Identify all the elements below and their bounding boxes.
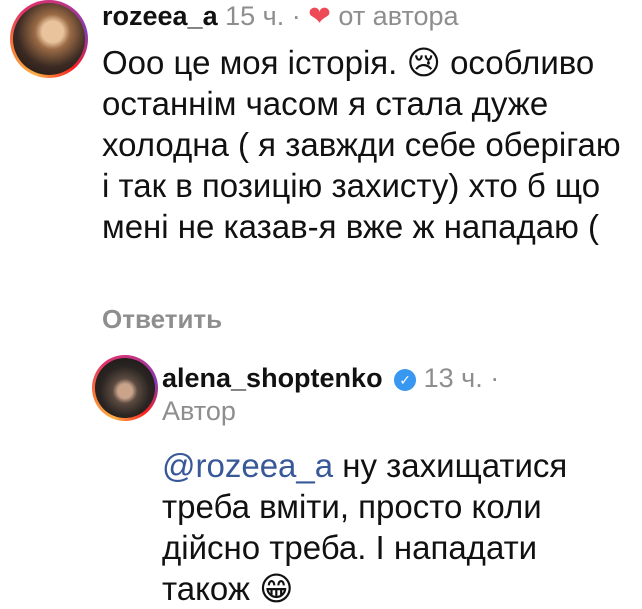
reply-button[interactable]: Ответить (102, 304, 222, 335)
reply-text: @rozeea_a ну захищатися треба вміти, про… (162, 445, 632, 609)
reply-username[interactable]: alena_shoptenko (162, 363, 383, 393)
avatar-image (95, 358, 155, 418)
avatar-image (13, 3, 85, 75)
heart-icon: ❤ (308, 1, 331, 31)
avatar-rozeea-a[interactable] (10, 0, 88, 78)
liked-by-author-label: от автора (338, 1, 459, 31)
comment-meta: rozeea_a 15 ч. · ❤ от автора (102, 0, 459, 32)
comment-time: 15 ч. (225, 1, 285, 31)
mention-link[interactable]: @rozeea_a (162, 447, 333, 484)
separator-dot: · (291, 1, 301, 31)
comment-text: Ооо це моя історія. 😢 особливо останнім … (102, 44, 621, 245)
verified-badge-icon: ✓ (394, 369, 417, 391)
reply-time: 13 ч. (423, 363, 483, 393)
separator-dot: · (490, 363, 500, 393)
reply-meta: alena_shoptenko ✓ 13 ч. · (162, 362, 499, 394)
author-label: Автор (162, 396, 236, 426)
comment-username[interactable]: rozeea_a (102, 1, 218, 31)
avatar-alena-shoptenko[interactable] (92, 355, 158, 421)
